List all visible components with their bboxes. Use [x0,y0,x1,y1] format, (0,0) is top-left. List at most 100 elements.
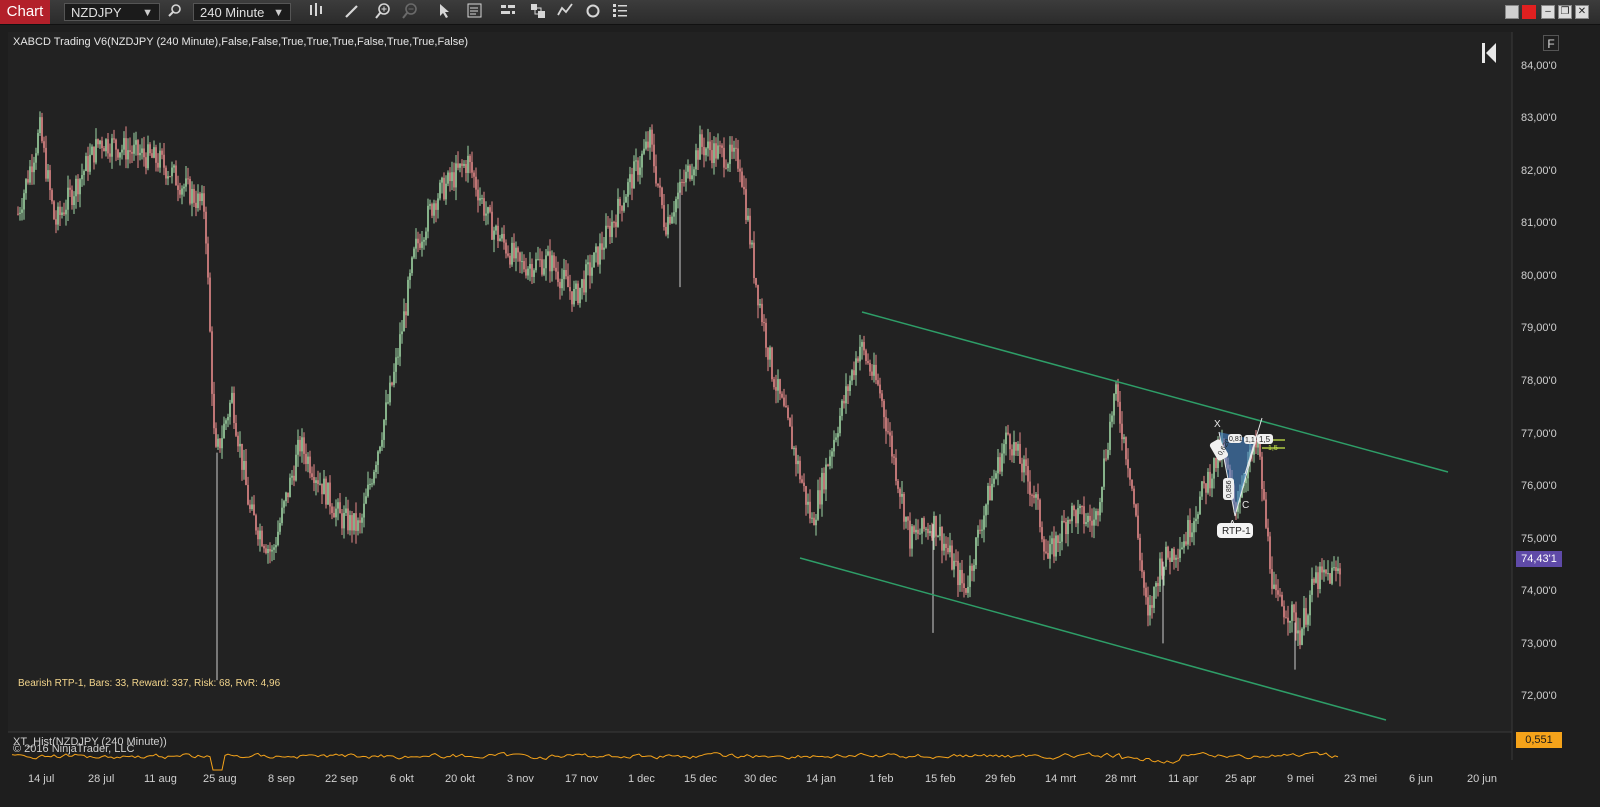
candle-body [603,247,605,250]
candle-body [321,483,323,495]
target-label: 1,5 [1268,445,1278,452]
candle-body [857,358,859,362]
price-tick: 75,00'0 [1521,533,1557,545]
candle-body [185,178,187,187]
candle-body [865,350,867,362]
candle-body [799,460,801,480]
candle-body [119,152,121,158]
candle-body [159,150,161,168]
scroll-to-end-icon[interactable] [1481,42,1497,64]
candle-body [753,242,755,279]
candle-body [497,225,499,241]
candle-body [463,163,465,166]
candle-body [1157,583,1159,587]
candle-body [553,255,555,268]
candle-body [183,186,185,189]
candle-body [1309,594,1311,616]
candle-body [761,303,763,323]
candle-body [465,163,467,173]
candle-body [419,243,421,248]
candle-body [515,247,517,259]
candle-body [377,451,379,465]
indicator-title: XABCD Trading V6(NZDJPY (240 Minute),Fal… [13,36,469,48]
candle-body [223,423,225,439]
candle-body [207,243,209,278]
candle-body [367,484,369,497]
candle-body [1023,459,1025,473]
candle-body [387,402,389,404]
candle-body [781,393,783,398]
candle-body [1263,488,1265,500]
candle-body [551,255,553,272]
candle-body [873,364,875,376]
candle-body [345,508,347,513]
candle-body [1303,608,1305,629]
candle-body [1003,444,1005,454]
candle-body [1335,567,1337,571]
price-tick: 80,00'0 [1521,270,1557,282]
candle-body [97,139,99,145]
candle-body [245,461,247,485]
candle-body [907,516,909,521]
candle-body [193,188,195,203]
candle-body [409,273,411,280]
candle-body [769,347,771,360]
candle-body [605,225,607,248]
candle-body [33,162,35,173]
candle-body [319,483,321,485]
candle-body [439,182,441,199]
candle-body [913,526,915,533]
candle-body [1091,520,1093,526]
rtp-label: RTP-1 [1222,526,1251,537]
candle-body [307,456,309,464]
candle-body [467,155,469,173]
candle-body [459,163,461,168]
candle-body [645,141,647,149]
candle-body [1327,573,1329,575]
candle-body [617,198,619,227]
candle-body [511,242,513,265]
candle-body [93,146,95,163]
candle-body [231,392,233,403]
candle-body [951,545,953,570]
f-button[interactable]: F [1543,35,1559,51]
candle-body [855,358,857,376]
candle-body [503,233,505,243]
candle-body [909,520,911,549]
candle-body [825,464,827,490]
candle-body [1085,522,1087,524]
candle-body [221,438,223,449]
candle-body [335,508,337,518]
candle-body [1275,584,1277,591]
candle-body [1081,506,1083,508]
candle-body [1073,505,1075,511]
candle-body [343,512,345,529]
price-tick: 81,00'0 [1521,217,1557,229]
candle-body [791,426,793,450]
candle-body [493,230,495,240]
candle-body [713,143,715,164]
candle-body [1095,511,1097,520]
candle-body [283,501,285,508]
candle-body [353,513,355,531]
candle-body [91,146,93,155]
candle-body [537,259,539,261]
candle-body [879,384,881,394]
candle-body [955,560,957,562]
candle-body [45,147,47,179]
candle-body [137,140,139,156]
candle-body [777,379,779,391]
candle-body [901,493,903,497]
candle-body [295,454,297,481]
candle-body [1097,511,1099,516]
candle-body [1265,499,1267,528]
candle-body [225,420,227,424]
candle-body [917,529,919,534]
candle-body [155,147,157,163]
candle-body [975,537,977,566]
candle-body [1051,538,1053,545]
candle-body [719,145,721,147]
candle-body [1127,459,1129,469]
candle-body [1317,572,1319,589]
candle-body [1031,494,1033,496]
